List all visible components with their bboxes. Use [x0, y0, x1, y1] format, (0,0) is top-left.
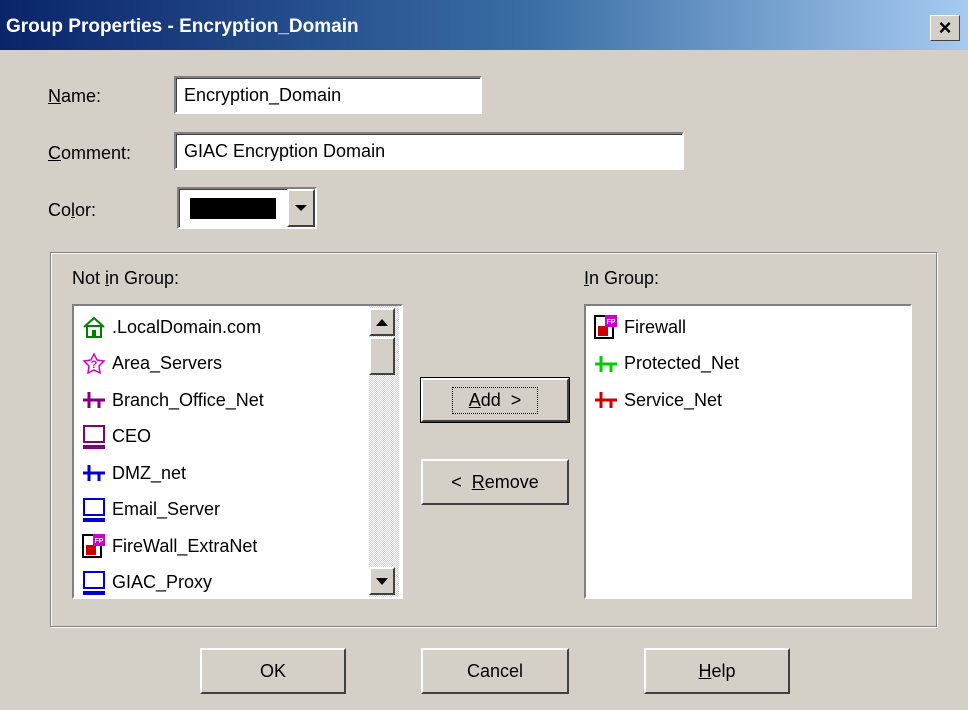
title-bar: Group Properties - Encryption_Domain × [0, 0, 968, 50]
list-item-label: Area_Servers [112, 353, 223, 373]
chevron-up-icon [376, 319, 388, 326]
list-item-label: Service_Net [624, 389, 723, 410]
not-in-group-list-item[interactable]: DMZ_net [82, 456, 186, 490]
name-field[interactable]: Encryption_Domain [174, 76, 482, 114]
scrollbar[interactable] [369, 306, 399, 597]
color-select[interactable] [177, 187, 317, 229]
not-in-group-list-item[interactable]: .LocalDomain.com [82, 310, 261, 344]
domain-house-icon [82, 315, 112, 339]
comment-label: Comment: [48, 143, 132, 163]
svg-text:FP: FP [95, 538, 104, 545]
in-group-label: In Group: [584, 268, 660, 288]
list-item-label: DMZ_net [112, 462, 187, 483]
workstation-icon [82, 570, 112, 596]
firewall-icon: FP [594, 314, 624, 340]
not-in-group-label: Not in Group: [72, 268, 180, 288]
svg-text:FP: FP [607, 319, 616, 326]
not-in-group-list-item[interactable]: Email_Server [82, 493, 220, 527]
name-label: Name: [48, 86, 102, 106]
cancel-button[interactable]: Cancel [421, 648, 569, 694]
window-title: Group Properties - Encryption_Domain [6, 16, 359, 37]
scroll-up-button[interactable] [369, 308, 395, 336]
close-button[interactable]: × [930, 15, 960, 41]
color-swatch [190, 198, 276, 219]
list-item-label: Firewall [624, 316, 687, 337]
not-in-group-list-item[interactable]: Branch_Office_Net [82, 383, 264, 417]
list-item-label: CEO [112, 426, 152, 446]
close-icon: × [938, 15, 952, 40]
in-group-list-item[interactable]: Service_Net [594, 383, 722, 417]
not-in-group-list-item[interactable]: CEO [82, 420, 151, 454]
list-item-label: Email_Server [112, 499, 221, 519]
comment-field-value: GIAC Encryption Domain [184, 141, 386, 161]
chevron-down-icon [295, 205, 307, 211]
comment-field[interactable]: GIAC Encryption Domain [174, 132, 684, 170]
ok-button[interactable]: OK [200, 648, 346, 694]
group-question-icon: ? [82, 351, 112, 376]
svg-text:?: ? [91, 359, 98, 371]
not-in-group-list-item[interactable]: GIAC_Proxy [82, 566, 213, 598]
scroll-down-button[interactable] [369, 567, 395, 595]
list-item-label: Protected_Net [624, 353, 740, 373]
in-group-list-item[interactable]: Protected_Net [594, 347, 739, 381]
chevron-down-icon [376, 578, 388, 585]
firewall-icon: FP [82, 533, 112, 559]
list-item-label: .LocalDomain.com [112, 316, 262, 337]
color-label: Color: [48, 200, 97, 220]
scroll-thumb[interactable] [369, 337, 395, 375]
in-group-list[interactable]: FP Firewall Protected_Net Service_Net [584, 304, 912, 599]
list-item-label: FireWall_ExtraNet [112, 535, 258, 556]
remove-button[interactable]: < Remove [421, 459, 569, 505]
not-in-group-list[interactable]: .LocalDomain.com? Area_Servers Branch_Offi… [72, 304, 403, 599]
name-field-value: Encryption_Domain [184, 85, 342, 105]
not-in-group-list-item[interactable]: FP FireWall_ExtraNet [82, 529, 257, 563]
network-icon [594, 352, 624, 376]
list-item-label: Branch_Office_Net [112, 389, 264, 410]
network-icon [82, 461, 112, 485]
list-item-label: GIAC_Proxy [112, 572, 213, 592]
workstation-icon [82, 424, 112, 450]
workstation-icon [82, 497, 112, 523]
color-dropdown-button[interactable] [287, 189, 315, 227]
help-button[interactable]: Help [644, 648, 790, 694]
add-button[interactable]: Add > [420, 377, 570, 423]
network-icon [594, 388, 624, 412]
in-group-list-item[interactable]: FP Firewall [594, 310, 686, 344]
network-icon [82, 388, 112, 412]
not-in-group-list-item[interactable]: ? Area_Servers [82, 347, 222, 381]
